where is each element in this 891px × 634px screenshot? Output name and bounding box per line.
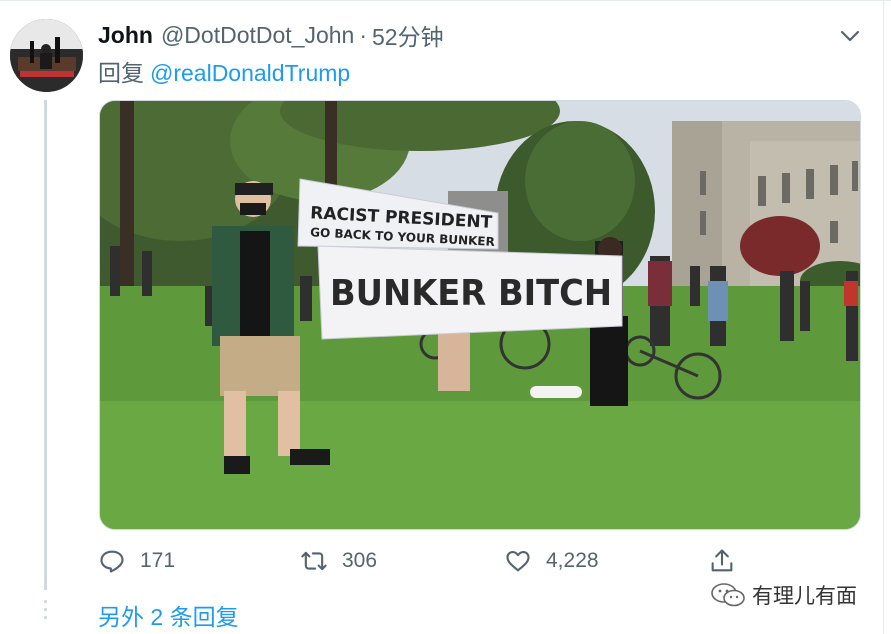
like-button[interactable]: 4,228	[504, 545, 599, 577]
retweet-icon	[301, 551, 327, 571]
retweet-button[interactable]: 306	[300, 545, 377, 577]
right-divider	[883, 0, 884, 634]
retweet-count: 306	[342, 549, 378, 572]
like-icon	[506, 550, 530, 572]
reply-label: 回复	[98, 60, 144, 86]
share-icon	[711, 549, 733, 572]
avatar[interactable]	[10, 19, 83, 92]
share-button[interactable]	[708, 545, 750, 577]
tweet-photo[interactable]: RACIST PRESIDENT GO BACK TO YOUR BUNKER …	[99, 100, 861, 530]
reply-icon	[100, 550, 124, 573]
avatar-image	[10, 19, 83, 92]
tweet-header: John @DotDotDot_John · 52分钟	[98, 18, 444, 52]
reply-mention-link[interactable]: @realDonaldTrump	[150, 60, 350, 86]
action-bar: 171 306 4,228	[98, 545, 748, 577]
chevron-down-icon[interactable]	[838, 24, 862, 48]
reply-count: 171	[140, 549, 176, 572]
user-handle[interactable]: @DotDotDot_John	[161, 22, 354, 49]
wechat-icon	[711, 583, 745, 607]
timestamp[interactable]: 52分钟	[372, 18, 444, 52]
protest-photo: RACIST PRESIDENT GO BACK TO YOUR BUNKER …	[100, 101, 860, 529]
sign-main-text: BUNKER BITCH	[330, 273, 612, 314]
separator: ·	[359, 21, 368, 48]
display-name[interactable]: John	[98, 22, 153, 49]
thread-line	[44, 100, 47, 590]
reply-button[interactable]: 171	[98, 545, 175, 577]
show-more-replies-link[interactable]: 另外 2 条回复	[98, 598, 239, 632]
replying-to: 回复 @realDonaldTrump	[98, 54, 350, 88]
watermark-text: 有理儿有面	[752, 585, 857, 608]
top-divider	[0, 0, 891, 1]
thread-dots	[43, 600, 48, 624]
like-count: 4,228	[546, 549, 599, 572]
watermark: 有理儿有面	[710, 580, 857, 610]
